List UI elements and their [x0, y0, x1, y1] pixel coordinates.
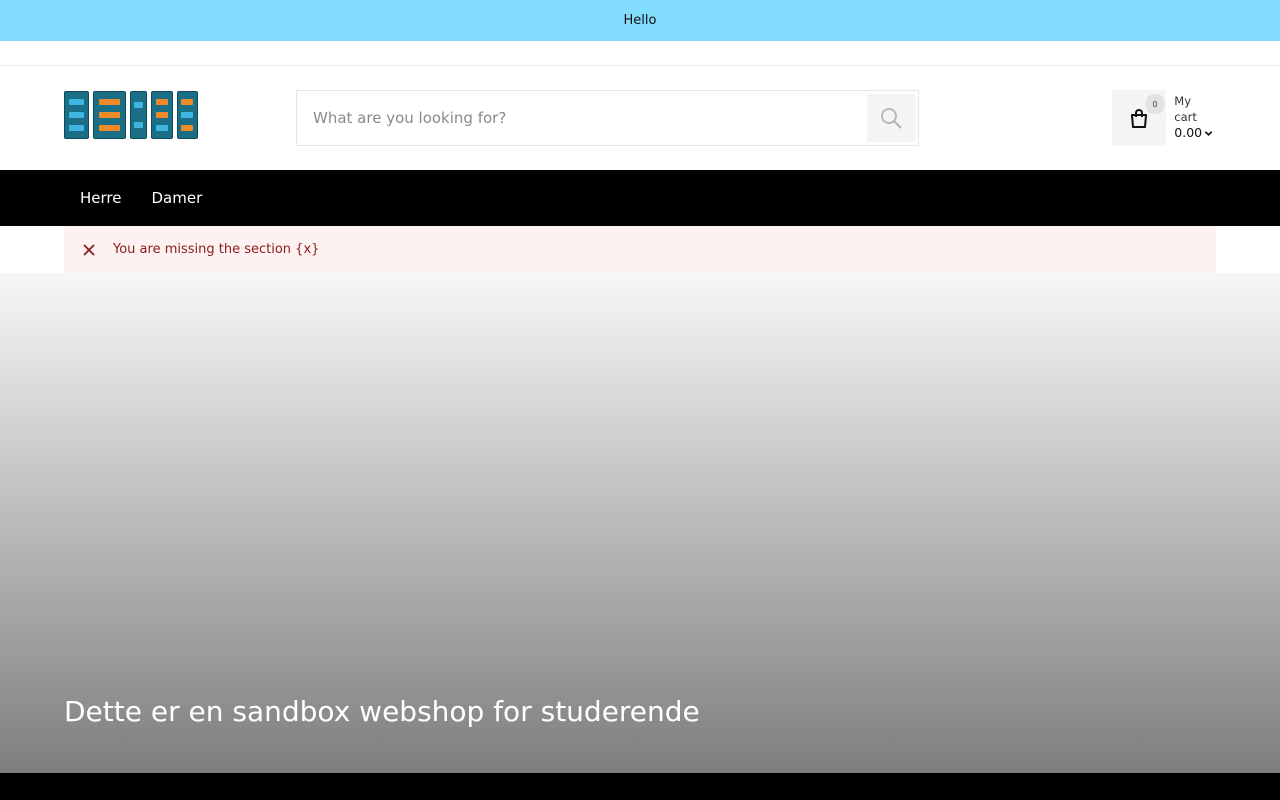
footer-strip — [0, 773, 1280, 800]
search-button[interactable] — [867, 94, 915, 142]
chevron-down-icon — [1204, 131, 1213, 137]
cart-label: My cart — [1174, 94, 1197, 124]
main-navigation: Herre Damer — [0, 170, 1280, 226]
mini-cart[interactable]: 0 My cart 0.00 — [1112, 90, 1216, 146]
close-icon[interactable] — [82, 243, 96, 257]
logo-panel — [176, 91, 198, 139]
cart-total: 0.00 — [1174, 125, 1216, 142]
logo-panel — [64, 91, 90, 139]
cart-total-value: 0.00 — [1174, 125, 1203, 141]
search-input[interactable] — [297, 91, 857, 145]
announcement-bar: Hello — [0, 0, 1280, 41]
hero-title: Dette er en sandbox webshop for studeren… — [64, 695, 700, 728]
logo-panel — [129, 91, 148, 139]
notice-text: You are missing the section {x} — [113, 242, 320, 257]
logo-panel — [151, 91, 173, 139]
search-form — [296, 90, 919, 146]
site-header: 0 My cart 0.00 — [0, 66, 1280, 170]
notice-wrapper: You are missing the section {x} — [0, 226, 1280, 273]
announcement-text: Hello — [623, 13, 657, 28]
hero-banner: Dette er en sandbox webshop for studeren… — [0, 273, 1280, 773]
store-logo[interactable] — [64, 90, 198, 140]
search-icon — [881, 108, 902, 129]
nav-item-damer[interactable]: Damer — [137, 170, 218, 226]
cart-count-badge: 0 — [1145, 94, 1165, 114]
logo-panel — [93, 91, 126, 139]
top-strip — [0, 41, 1280, 66]
nav-item-herre[interactable]: Herre — [64, 170, 137, 226]
cart-summary[interactable]: My cart 0.00 — [1174, 94, 1216, 142]
error-notice: You are missing the section {x} — [64, 226, 1216, 273]
cart-button[interactable]: 0 — [1112, 90, 1167, 146]
